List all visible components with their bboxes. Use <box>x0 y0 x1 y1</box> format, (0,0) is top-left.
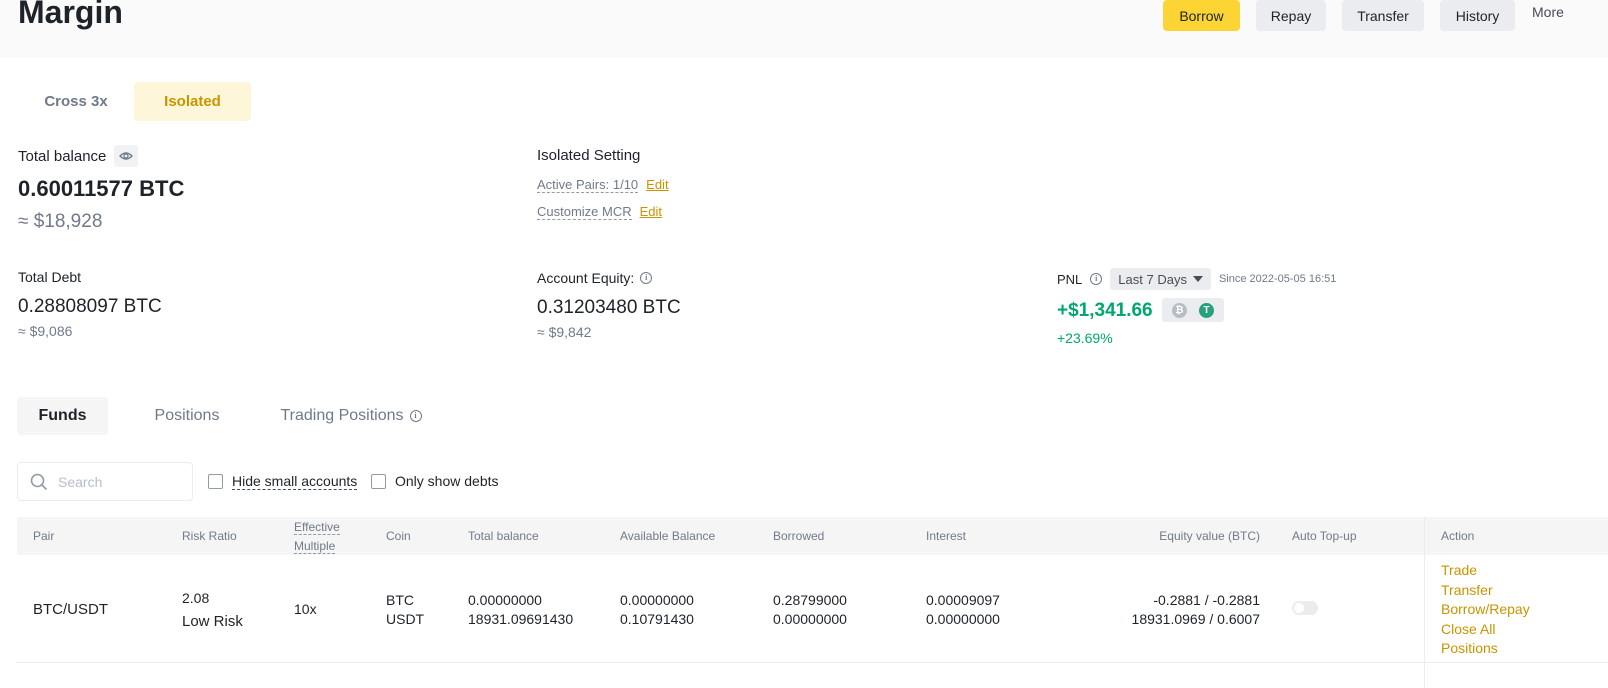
col-interest: Interest <box>926 529 967 543</box>
total-debt-label: Total Debt <box>18 269 82 285</box>
hide-small-checkbox[interactable] <box>208 474 223 489</box>
borrow-button[interactable]: Borrow <box>1163 0 1240 31</box>
col-action: Action <box>1441 529 1475 543</box>
col-coin: Coin <box>386 529 411 543</box>
tab-isolated[interactable]: Isolated <box>134 82 251 121</box>
pnl-value: +$1,341.66 <box>1057 300 1153 321</box>
tab-trading-positions[interactable]: Trading Positions i <box>266 397 436 435</box>
info-icon[interactable]: i <box>409 410 422 422</box>
row-risk-level: Low Risk <box>182 613 243 630</box>
page-title: Margin <box>18 0 123 30</box>
only-debts-label[interactable]: Only show debts <box>395 473 499 489</box>
account-equity-label: Account Equity: <box>537 270 635 286</box>
tab-funds[interactable]: Funds <box>17 397 108 435</box>
borrow-repay-link[interactable]: Borrow/Repay <box>1441 600 1530 620</box>
account-equity-usd: ≈ $9,842 <box>537 324 592 340</box>
col-available-balance: Available Balance <box>620 529 716 543</box>
customize-mcr-label: Customize MCR <box>537 204 632 220</box>
customize-mcr-row: Customize MCR Edit <box>537 204 662 220</box>
tab-cross[interactable]: Cross 3x <box>18 82 134 121</box>
pnl-header: PNL i Last 7 Days Since 2022-05-05 16:51 <box>1057 268 1336 290</box>
isolated-setting-title: Isolated Setting <box>537 147 641 164</box>
auto-topup-toggle[interactable] <box>1292 601 1318 615</box>
more-link[interactable]: More <box>1532 4 1564 20</box>
repay-button[interactable]: Repay <box>1256 0 1326 31</box>
row-avail-2: 0.10791430 <box>620 611 694 627</box>
search-input[interactable] <box>58 473 178 490</box>
tab-positions[interactable]: Positions <box>108 397 266 435</box>
pnl-coin-toggle[interactable]: ₿ T <box>1162 298 1224 322</box>
pnl-since: Since 2022-05-05 16:51 <box>1218 273 1337 285</box>
col-risk-ratio: Risk Ratio <box>182 529 237 543</box>
row-actions: Trade Transfer Borrow/Repay Close All Po… <box>1441 561 1530 659</box>
col-pair: Pair <box>33 529 55 543</box>
col-effective-2: Multiple <box>294 539 336 554</box>
edit-active-pairs-link[interactable]: Edit <box>646 177 668 192</box>
row-interest-1: 0.00009097 <box>926 592 1000 608</box>
transfer-button[interactable]: Transfer <box>1342 0 1424 31</box>
active-pairs-label: Active Pairs: 1/10 <box>537 177 639 193</box>
btc-coin-icon[interactable]: ₿ <box>1172 302 1187 318</box>
row-pair: BTC/USDT <box>33 601 108 618</box>
hide-small-filter[interactable]: Hide small accounts <box>208 473 358 490</box>
row-total-2: 18931.09691430 <box>468 611 574 627</box>
col-auto-topup: Auto Top-up <box>1292 529 1357 543</box>
total-balance-usd: ≈ $18,928 <box>18 211 103 232</box>
trade-link[interactable]: Trade <box>1441 561 1530 581</box>
only-debts-filter[interactable]: Only show debts <box>371 473 499 489</box>
margin-mode-tabs: Cross 3x Isolated <box>18 82 251 121</box>
total-debt-btc: 0.28808097 BTC <box>18 296 162 317</box>
pnl-label: PNL <box>1057 271 1083 287</box>
funds-tabs: Funds Positions Trading Positions i <box>17 397 436 435</box>
active-pairs-row: Active Pairs: 1/10 Edit <box>537 177 669 193</box>
pnl-period-value: Last 7 Days <box>1118 271 1187 287</box>
row-equity-2: 18931.0969 / 0.6007 <box>1131 611 1260 627</box>
row-risk-ratio: 2.08 <box>182 590 210 606</box>
search-box <box>17 462 193 501</box>
col-total-balance: Total balance <box>468 529 539 543</box>
search-icon <box>30 473 48 490</box>
total-balance-label: Total balance <box>18 147 107 165</box>
row-total-1: 0.00000000 <box>468 592 542 608</box>
row-interest-2: 0.00000000 <box>926 611 1000 627</box>
total-debt-usd: ≈ $9,086 <box>18 323 73 339</box>
caret-down-icon <box>1192 276 1203 282</box>
tab-trading-positions-label: Trading Positions <box>280 407 404 424</box>
row-avail-1: 0.00000000 <box>620 592 694 608</box>
pnl-percent: +23.69% <box>1057 330 1113 346</box>
pnl-period-select[interactable]: Last 7 Days <box>1110 268 1211 290</box>
info-icon[interactable]: i <box>640 272 653 284</box>
positions-link[interactable]: Positions <box>1441 639 1530 659</box>
total-balance-btc: 0.60011577 BTC <box>18 176 185 201</box>
eye-icon[interactable] <box>114 145 139 167</box>
row-borrowed-1: 0.28799000 <box>773 592 847 608</box>
row-multiple: 10x <box>294 601 317 617</box>
info-icon[interactable]: i <box>1090 273 1103 285</box>
account-equity-header: Account Equity: i <box>537 270 653 286</box>
history-button[interactable]: History <box>1440 0 1515 31</box>
edit-mcr-link[interactable]: Edit <box>640 204 662 219</box>
col-effective-1: Effective <box>294 520 340 535</box>
account-equity-btc: 0.31203480 BTC <box>537 297 681 318</box>
only-debts-checkbox[interactable] <box>371 473 386 489</box>
total-balance-header: Total balance <box>18 145 139 167</box>
row-coin-1: BTC <box>386 592 414 608</box>
row-borrowed-2: 0.00000000 <box>773 611 847 627</box>
row-equity-1: -0.2881 / -0.2881 <box>1153 592 1260 608</box>
col-borrowed: Borrowed <box>773 529 825 543</box>
close-all-link[interactable]: Close All <box>1441 620 1530 640</box>
usdt-coin-icon[interactable]: T <box>1199 302 1214 318</box>
hide-small-label[interactable]: Hide small accounts <box>232 473 358 490</box>
top-actions: Borrow Repay Transfer History <box>1163 0 1515 31</box>
transfer-link[interactable]: Transfer <box>1441 581 1530 601</box>
row-divider <box>17 662 1608 663</box>
col-equity-value: Equity value (BTC) <box>1159 529 1260 543</box>
row-coin-2: USDT <box>386 611 425 627</box>
